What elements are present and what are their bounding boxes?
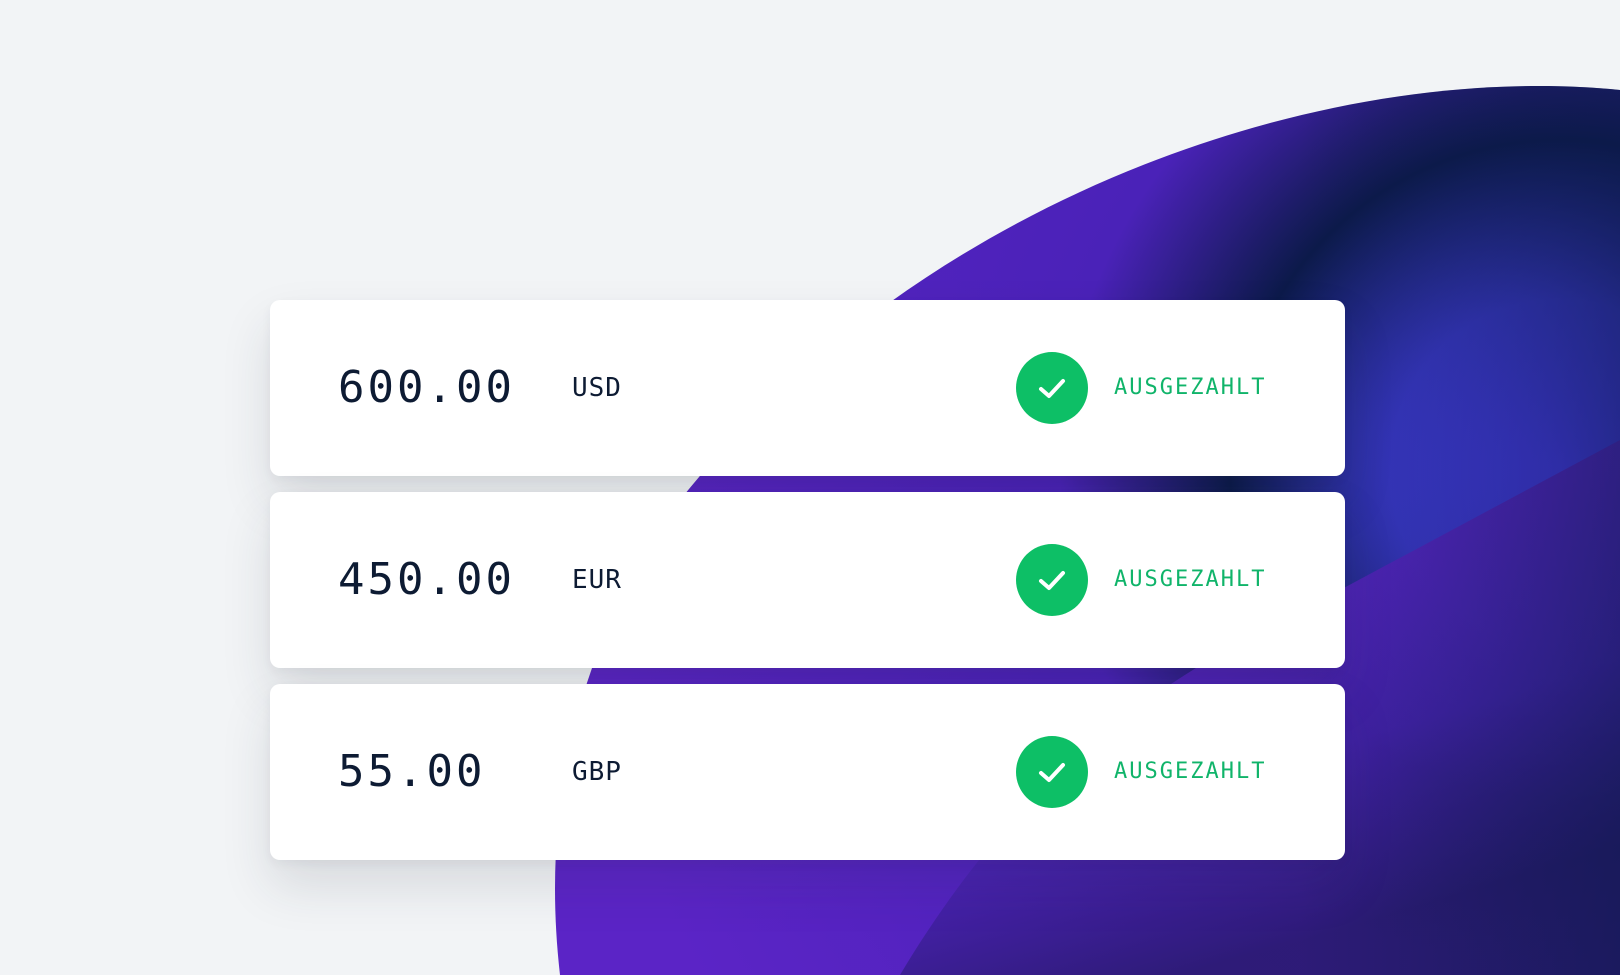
status-label: AUSGEZAHLT bbox=[1114, 567, 1267, 592]
payout-row: 600.00 USD AUSGEZAHLT bbox=[270, 300, 1345, 476]
payout-row: 55.00 GBP AUSGEZAHLT bbox=[270, 684, 1345, 860]
payout-amount: 55.00 bbox=[338, 746, 486, 797]
payout-status: AUSGEZAHLT bbox=[1016, 352, 1266, 424]
payout-currency: GBP bbox=[572, 757, 622, 787]
payout-status: AUSGEZAHLT bbox=[1016, 736, 1266, 808]
check-icon bbox=[1016, 544, 1088, 616]
payout-amount: 600.00 bbox=[338, 362, 515, 413]
payout-status: AUSGEZAHLT bbox=[1016, 544, 1266, 616]
payout-currency: EUR bbox=[572, 565, 622, 595]
payout-currency: USD bbox=[572, 373, 622, 403]
payout-amount: 450.00 bbox=[338, 554, 515, 605]
check-icon bbox=[1016, 352, 1088, 424]
payout-list: 600.00 USD AUSGEZAHLT 450.00 EUR AUSGEZA… bbox=[270, 300, 1345, 876]
payout-row: 450.00 EUR AUSGEZAHLT bbox=[270, 492, 1345, 668]
status-label: AUSGEZAHLT bbox=[1114, 375, 1267, 400]
status-label: AUSGEZAHLT bbox=[1114, 759, 1267, 784]
check-icon bbox=[1016, 736, 1088, 808]
